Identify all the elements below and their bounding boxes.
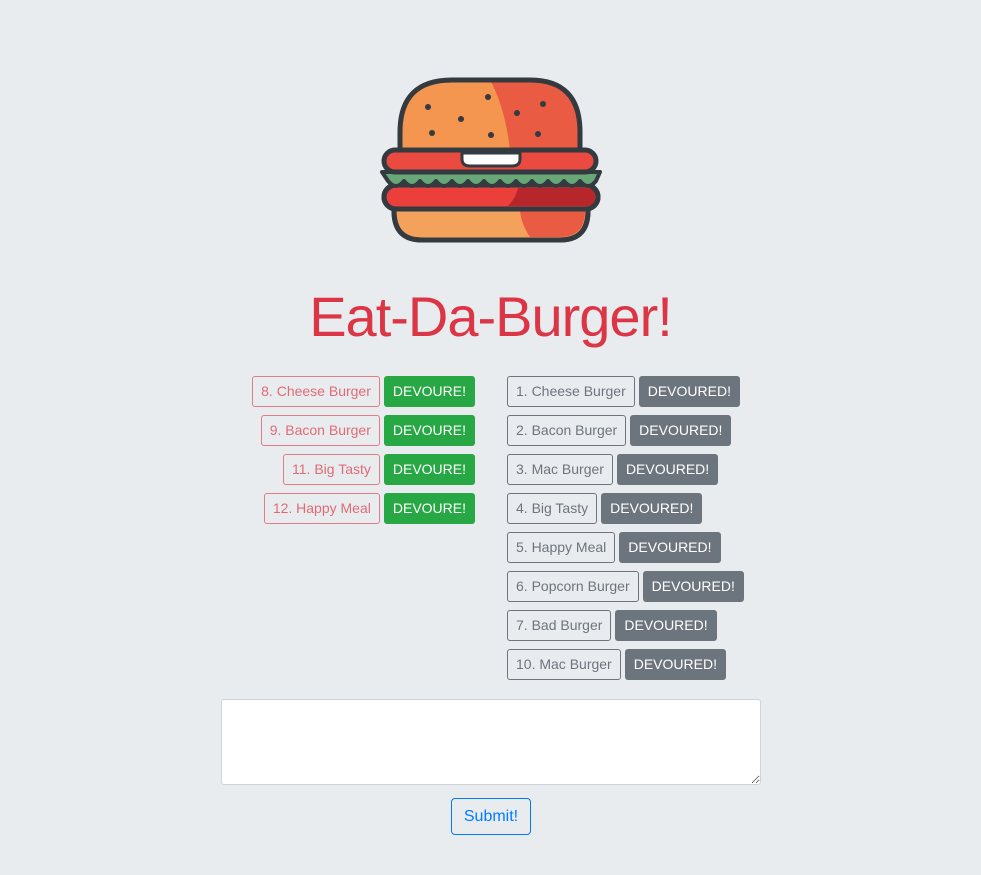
- list-item: 1. Cheese Burger DEVOURED!: [507, 376, 767, 407]
- burger-name: 7. Bad Burger: [507, 610, 612, 641]
- burger-name: 5. Happy Meal: [507, 532, 616, 563]
- devoured-button[interactable]: DEVOURED!: [615, 610, 717, 641]
- list-item: 4. Big Tasty DEVOURED!: [507, 493, 767, 524]
- devoured-button[interactable]: DEVOURED!: [638, 376, 740, 407]
- devoured-button[interactable]: DEVOURED!: [616, 454, 719, 485]
- list-item: 2. Bacon Burger DEVOURED!: [507, 415, 767, 446]
- devoured-button[interactable]: DEVOURED!: [601, 493, 703, 524]
- devour-button[interactable]: DEVOURE!: [383, 376, 475, 407]
- submit-button[interactable]: Submit!: [451, 798, 531, 835]
- devour-button[interactable]: DEVOURE!: [383, 454, 475, 485]
- list-item: 9. Bacon Burger DEVOURE!: [215, 415, 475, 446]
- burger-input[interactable]: [221, 699, 761, 785]
- devoured-button[interactable]: DEVOURED!: [630, 415, 732, 446]
- burger-name: 12. Happy Meal: [263, 493, 380, 524]
- burger-name: 2. Bacon Burger: [507, 415, 627, 446]
- page-title: Eat-Da-Burger!: [309, 285, 673, 348]
- devoured-button[interactable]: DEVOURED!: [642, 571, 744, 602]
- devoured-burger-list: 1. Cheese Burger DEVOURED! 2. Bacon Burg…: [507, 376, 767, 688]
- list-item: 5. Happy Meal DEVOURED!: [507, 532, 767, 563]
- burger-icon: [380, 77, 602, 243]
- list-item: 11. Big Tasty DEVOURE!: [215, 454, 475, 485]
- devoured-button[interactable]: DEVOURED!: [624, 649, 726, 680]
- list-item: 3. Mac Burger DEVOURED!: [507, 454, 767, 485]
- devour-button[interactable]: DEVOURE!: [383, 415, 475, 446]
- burger-name: 3. Mac Burger: [507, 454, 613, 485]
- list-item: 10. Mac Burger DEVOURED!: [507, 649, 767, 680]
- burger-name: 6. Popcorn Burger: [507, 571, 639, 602]
- burger-name: 1. Cheese Burger: [507, 376, 635, 407]
- list-item: 8. Cheese Burger DEVOURE!: [215, 376, 475, 407]
- devoured-button[interactable]: DEVOURED!: [619, 532, 721, 563]
- pending-burger-list: 8. Cheese Burger DEVOURE! 9. Bacon Burge…: [215, 376, 475, 532]
- burger-name: 4. Big Tasty: [507, 493, 598, 524]
- burger-name: 9. Bacon Burger: [260, 415, 380, 446]
- list-item: 7. Bad Burger DEVOURED!: [507, 610, 767, 641]
- burger-name: 10. Mac Burger: [507, 649, 621, 680]
- devour-button[interactable]: DEVOURE!: [383, 493, 475, 524]
- list-item: 12. Happy Meal DEVOURE!: [215, 493, 475, 524]
- list-item: 6. Popcorn Burger DEVOURED!: [507, 571, 767, 602]
- burger-name: 11. Big Tasty: [283, 454, 380, 485]
- burger-name: 8. Cheese Burger: [252, 376, 380, 407]
